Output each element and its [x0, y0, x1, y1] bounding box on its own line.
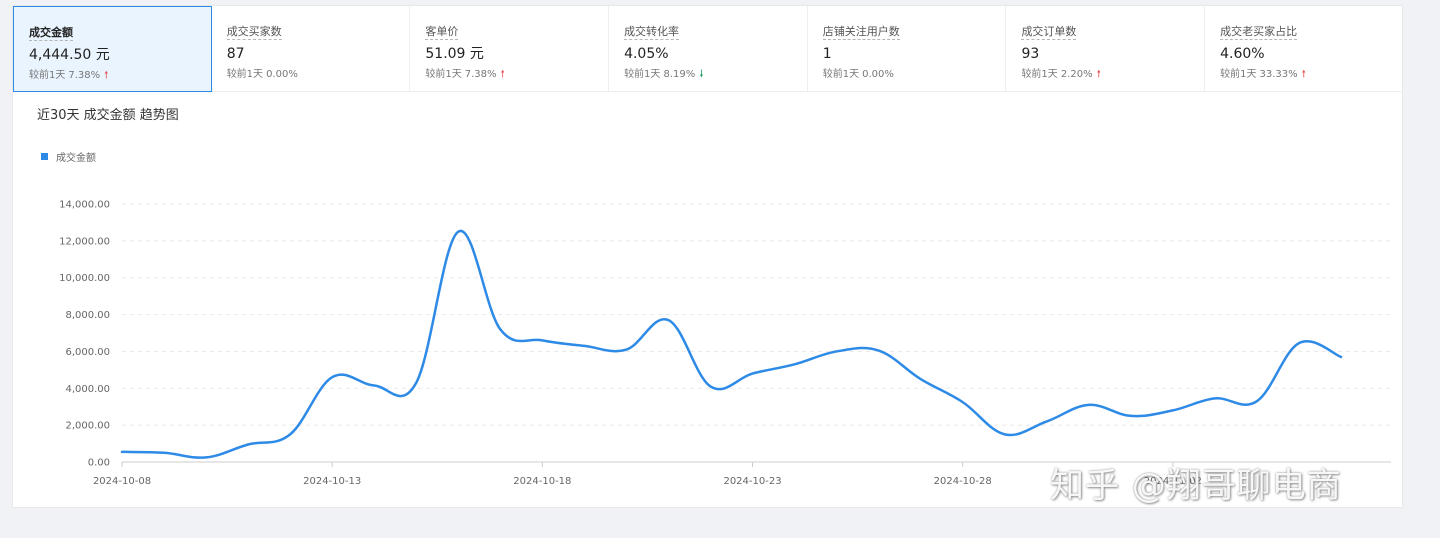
grid-lines [122, 203, 1391, 463]
y-tick-label: 6,000.00 [65, 347, 110, 358]
series-line-gmv [120, 229, 1343, 459]
y-tick-label: 12,000.00 [59, 236, 110, 247]
x-tick-label: 2024-10-18 [513, 476, 571, 487]
dashboard-panel: 成交金额 4,444.50 元 较前1天 7.38% 🠕 成交买家数 87 较前1天… [12, 5, 1404, 509]
y-tick-label: 4,000.00 [65, 384, 110, 395]
y-tick-label: 14,000.00 [59, 200, 110, 211]
trend-chart[interactable]: 0.00 2,000.00 4,000.00 6,000.00 8,000.00 10,0… [13, 6, 1404, 509]
y-tick-label: 0.00 [88, 458, 110, 469]
y-axis-ticks: 0.00 2,000.00 4,000.00 6,000.00 8,000.00 10,0… [59, 200, 110, 469]
y-tick-label: 10,000.00 [59, 273, 110, 284]
x-tick-label: 2024-10-13 [303, 476, 361, 487]
watermark: 知乎 @翔哥聊电商 [1050, 466, 1342, 506]
x-tick-label: 2024-10-08 [93, 476, 151, 487]
x-tick-label: 2024-10-28 [934, 476, 992, 487]
y-tick-label: 2,000.00 [65, 421, 110, 432]
y-tick-label: 8,000.00 [65, 310, 110, 321]
x-tick-label: 2024-10-23 [723, 476, 781, 487]
x-axis-ticks: 2024-10-08 2024-10-13 2024-10-18 2024-10-23… [93, 462, 1202, 487]
